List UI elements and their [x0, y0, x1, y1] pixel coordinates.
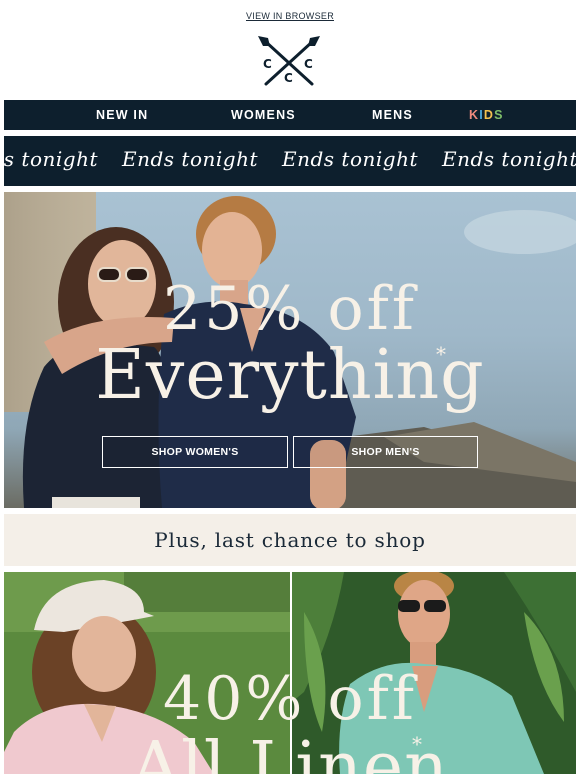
ticker-item: Ends tonight	[442, 147, 576, 171]
ticker-item: Ends tonight	[282, 147, 418, 171]
hero-line-everything: Everything	[95, 336, 485, 415]
logo-letter-right: C	[304, 57, 313, 71]
shop-mens-button[interactable]: SHOP MEN'S	[293, 436, 478, 468]
last-chance-banner: Plus, last chance to shop	[4, 514, 576, 566]
hero-linen-asterisk: *	[412, 732, 422, 756]
nav-item-new-in[interactable]: NEW IN	[96, 108, 148, 122]
logo-letter-left: C	[263, 57, 272, 71]
kids-letter-d: D	[483, 108, 495, 122]
ticker-item: Ends tonight	[4, 147, 98, 171]
view-in-browser-link[interactable]: VIEW IN BROWSER	[246, 11, 334, 21]
kids-letter-s: S	[494, 108, 504, 122]
hero-linen-sale[interactable]: 40% off All Linen *	[4, 572, 576, 774]
nav-item-kids[interactable]: KIDS	[469, 108, 504, 122]
ends-tonight-ticker: Ends tonight Ends tonight Ends tonight E…	[4, 136, 576, 186]
view-in-browser-container: VIEW IN BROWSER	[0, 6, 580, 24]
logo-letter-bottom: C	[284, 71, 293, 85]
hero-line-25-off: 25% off	[163, 274, 417, 344]
hero-line-40-off: 40% off	[163, 664, 417, 734]
last-chance-text: Plus, last chance to shop	[154, 528, 426, 552]
hero-sale-everything[interactable]: 25% off Everything * SHOP WOMEN'S SHOP M…	[4, 192, 576, 508]
nav-item-mens[interactable]: MENS	[372, 108, 413, 122]
brand-logo[interactable]: C C C	[254, 34, 324, 90]
main-nav: NEW IN WOMENS MENS KIDS	[4, 100, 576, 130]
nav-item-womens[interactable]: WOMENS	[231, 108, 296, 122]
crossed-oars-icon: C C C	[258, 36, 320, 86]
hero-asterisk: *	[436, 342, 446, 366]
ticker-item: Ends tonight	[122, 147, 258, 171]
shop-womens-button[interactable]: SHOP WOMEN'S	[102, 436, 288, 468]
kids-letter-k: K	[469, 108, 480, 122]
hero-line-all-linen: All Linen	[131, 728, 449, 774]
